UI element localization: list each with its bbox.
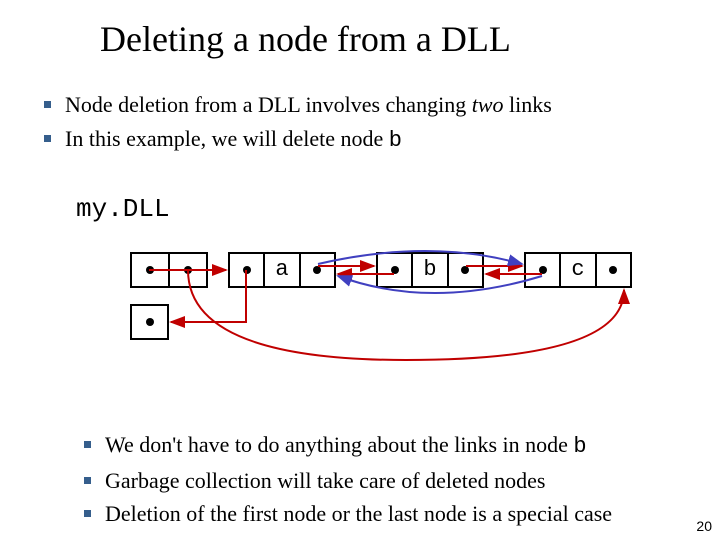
node-a: a (228, 252, 336, 288)
bullet-text: Deletion of the first node or the last n… (105, 499, 612, 529)
next-cell (447, 254, 482, 286)
bullet-text: In this example, we will delete node b (65, 124, 402, 156)
code-text: b (573, 434, 586, 459)
pointer-dot (461, 266, 469, 274)
text: In this example, we will delete node (65, 126, 389, 151)
header-box (130, 252, 208, 288)
slide: Deleting a node from a DLL Node deletion… (0, 0, 720, 540)
text: We don't have to do anything about the l… (105, 432, 573, 457)
list-item: Deletion of the first node or the last n… (84, 499, 680, 529)
bullet-text: Garbage collection will take care of del… (105, 466, 545, 496)
null-box (130, 304, 169, 340)
list-item: Garbage collection will take care of del… (84, 466, 680, 496)
pointer-dot (184, 266, 192, 274)
node-letter: b (423, 257, 436, 282)
node-c: c (524, 252, 632, 288)
prev-cell (230, 254, 263, 286)
pointer-dot (146, 266, 154, 274)
text: Node deletion from a DLL involves changi… (65, 92, 472, 117)
bullet-icon (84, 441, 91, 448)
pointer-dot (146, 318, 154, 326)
pointer-dot (313, 266, 321, 274)
bottom-bullet-list: We don't have to do anything about the l… (84, 430, 680, 533)
list-item: Node deletion from a DLL involves changi… (44, 90, 680, 120)
bullet-icon (44, 135, 51, 142)
prev-cell (526, 254, 559, 286)
header-first-cell (132, 254, 168, 286)
bullet-text: We don't have to do anything about the l… (105, 430, 587, 462)
next-cell (299, 254, 334, 286)
page-number: 20 (696, 518, 712, 534)
bullet-icon (84, 510, 91, 517)
text: links (504, 92, 552, 117)
top-bullet-list: Node deletion from a DLL involves changi… (44, 90, 680, 159)
list-item: We don't have to do anything about the l… (84, 430, 680, 462)
data-cell: b (411, 254, 446, 286)
pointer-dot (609, 266, 617, 274)
prev-cell (378, 254, 411, 286)
code-text: b (389, 128, 402, 153)
node-letter: c (571, 257, 584, 282)
mydll-label: my.DLL (76, 194, 170, 224)
pointer-dot (391, 266, 399, 274)
slide-title: Deleting a node from a DLL (100, 18, 511, 60)
null-cell (132, 306, 167, 338)
dll-diagram: a b c (76, 252, 676, 372)
list-item: In this example, we will delete node b (44, 124, 680, 156)
header-last-cell (168, 254, 206, 286)
bullet-text: Node deletion from a DLL involves changi… (65, 90, 552, 120)
data-cell: c (559, 254, 594, 286)
pointer-dot (243, 266, 251, 274)
data-cell: a (263, 254, 298, 286)
bullet-icon (44, 101, 51, 108)
next-cell (595, 254, 630, 286)
italic-text: two (472, 92, 504, 117)
node-letter: a (275, 257, 288, 282)
node-b: b (376, 252, 484, 288)
pointer-dot (539, 266, 547, 274)
bullet-icon (84, 477, 91, 484)
